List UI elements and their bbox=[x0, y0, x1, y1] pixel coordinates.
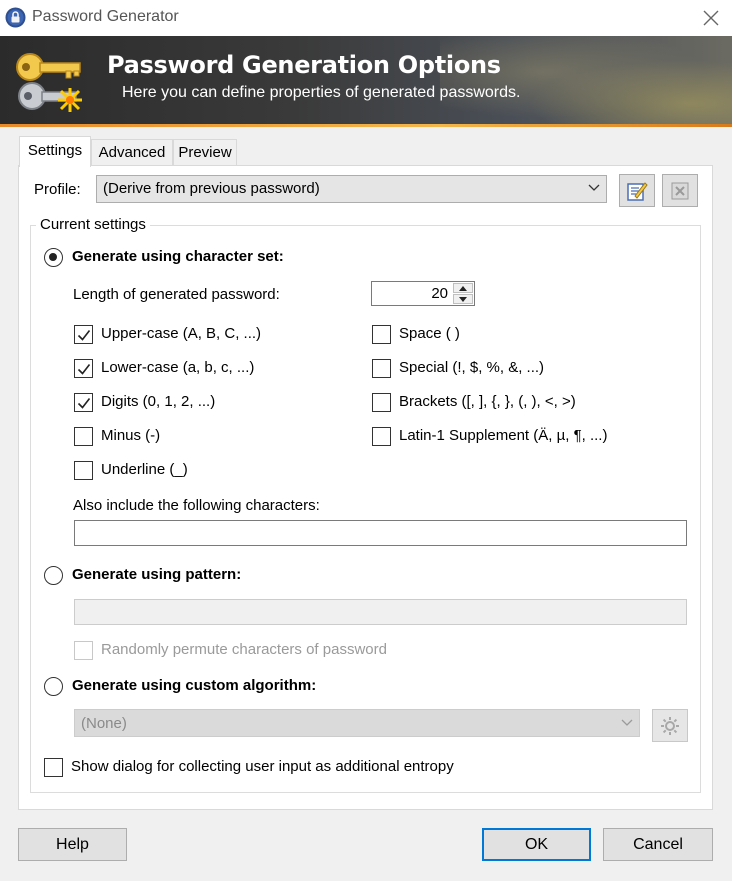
uppercase-label: Upper-case (A, B, C, ...) bbox=[101, 325, 262, 342]
banner-subtitle: Here you can define properties of genera… bbox=[122, 84, 521, 101]
header-banner bbox=[0, 36, 732, 126]
checkmark-icon bbox=[77, 364, 91, 375]
algorithm-settings-button[interactable] bbox=[652, 709, 688, 742]
lowercase-checkbox[interactable] bbox=[74, 359, 93, 378]
current-settings-legend: Current settings bbox=[36, 216, 150, 233]
also-include-label: Also include the following characters: bbox=[73, 497, 320, 514]
brackets-checkbox[interactable] bbox=[372, 393, 391, 412]
underline-checkbox[interactable] bbox=[74, 461, 93, 480]
pattern-input[interactable] bbox=[74, 599, 687, 625]
chevron-down-icon bbox=[588, 184, 600, 191]
space-checkbox[interactable] bbox=[372, 325, 391, 344]
tab-settings[interactable]: Settings bbox=[19, 136, 91, 167]
length-decrement-button[interactable] bbox=[453, 294, 473, 304]
help-button[interactable]: Help bbox=[18, 828, 127, 861]
custom-algorithm-radio[interactable] bbox=[44, 677, 63, 696]
length-increment-button[interactable] bbox=[453, 283, 473, 293]
chevron-down-icon bbox=[621, 719, 633, 726]
delete-profile-icon bbox=[671, 182, 689, 199]
checkmark-icon bbox=[77, 330, 91, 341]
charset-radio-label: Generate using character set: bbox=[72, 248, 284, 265]
banner-accent-line bbox=[0, 124, 732, 127]
latin1-label: Latin-1 Supplement (Ä, µ, ¶, ...) bbox=[399, 427, 608, 444]
checkmark-icon bbox=[77, 398, 91, 409]
pattern-radio-label: Generate using pattern: bbox=[72, 566, 242, 583]
gear-icon bbox=[661, 716, 679, 735]
entropy-label: Show dialog for collecting user input as… bbox=[71, 758, 454, 775]
permute-label: Randomly permute characters of password bbox=[101, 641, 387, 658]
digits-checkbox[interactable] bbox=[74, 393, 93, 412]
digits-label: Digits (0, 1, 2, ...) bbox=[101, 393, 216, 410]
also-include-input[interactable] bbox=[74, 520, 687, 546]
delete-profile-button[interactable] bbox=[662, 174, 698, 207]
minus-label: Minus (-) bbox=[101, 427, 161, 444]
length-value: 20 bbox=[431, 285, 448, 302]
permute-checkbox[interactable] bbox=[74, 641, 93, 660]
chevron-down-icon bbox=[459, 296, 467, 302]
close-button[interactable] bbox=[690, 0, 732, 36]
uppercase-checkbox[interactable] bbox=[74, 325, 93, 344]
lock-icon bbox=[5, 7, 26, 28]
length-spinner[interactable]: 20 bbox=[371, 281, 475, 306]
banner-decoration bbox=[440, 36, 732, 126]
keys-icon bbox=[14, 50, 90, 116]
chevron-up-icon bbox=[459, 285, 467, 291]
space-label: Space ( ) bbox=[399, 325, 460, 342]
edit-profile-button[interactable] bbox=[619, 174, 655, 207]
entropy-checkbox[interactable] bbox=[44, 758, 63, 777]
cancel-button[interactable]: Cancel bbox=[603, 828, 713, 861]
banner-title: Password Generation Options bbox=[107, 51, 501, 79]
brackets-label: Brackets ([, ], {, }, (, ), <, >) bbox=[399, 393, 576, 410]
ok-button[interactable]: OK bbox=[482, 828, 591, 861]
profile-select[interactable]: (Derive from previous password) bbox=[96, 175, 607, 203]
pattern-radio[interactable] bbox=[44, 566, 63, 585]
lowercase-label: Lower-case (a, b, c, ...) bbox=[101, 359, 255, 376]
tab-advanced[interactable]: Advanced bbox=[91, 139, 173, 165]
custom-algorithm-value: (None) bbox=[81, 715, 127, 732]
profile-label: Profile: bbox=[34, 181, 81, 198]
minus-checkbox[interactable] bbox=[74, 427, 93, 446]
tab-preview[interactable]: Preview bbox=[173, 139, 237, 165]
latin1-checkbox[interactable] bbox=[372, 427, 391, 446]
special-label: Special (!, $, %, &, ...) bbox=[399, 359, 545, 376]
custom-algorithm-radio-label: Generate using custom algorithm: bbox=[72, 677, 317, 694]
close-icon bbox=[703, 10, 719, 26]
profile-select-value: (Derive from previous password) bbox=[103, 180, 320, 197]
charset-radio[interactable] bbox=[44, 248, 63, 267]
underline-label: Underline (_) bbox=[101, 461, 188, 478]
length-label: Length of generated password: bbox=[73, 286, 280, 303]
special-checkbox[interactable] bbox=[372, 359, 391, 378]
edit-profile-icon bbox=[627, 181, 648, 201]
custom-algorithm-select[interactable]: (None) bbox=[74, 709, 640, 737]
window-title: Password Generator bbox=[32, 8, 179, 25]
